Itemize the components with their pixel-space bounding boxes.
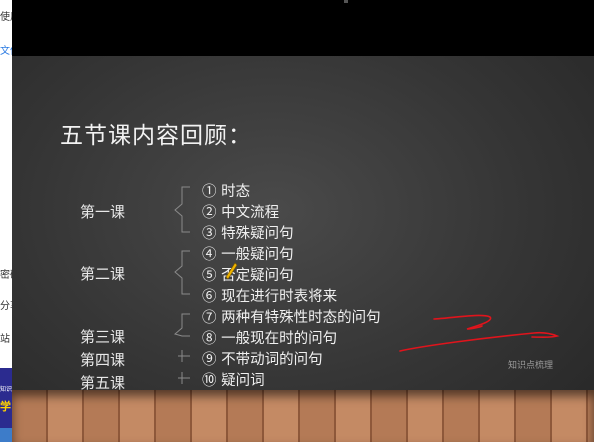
bracket-lesson-2	[174, 250, 190, 295]
video-player[interactable]: 五节课内容回顾： 第一课 第二课 第三课 第四课 第五课 ① 时态 ② 中文流程…	[12, 0, 594, 442]
annotation-stroke-2	[399, 331, 560, 352]
background-text-4: 站	[0, 334, 10, 345]
video-top-marker	[344, 0, 348, 3]
bracket-lines	[173, 186, 190, 384]
slide-overlay	[173, 186, 560, 384]
lesson-slide: 五节课内容回顾： 第一课 第二课 第三课 第四课 第五课 ① 时态 ② 中文流程…	[12, 56, 594, 442]
annotation-stroke-1	[433, 314, 492, 330]
bracket-lesson-1	[174, 186, 190, 233]
bracket-lesson-3	[173, 313, 190, 337]
pen-cursor-icon	[225, 262, 238, 280]
stage-floor	[12, 390, 594, 442]
